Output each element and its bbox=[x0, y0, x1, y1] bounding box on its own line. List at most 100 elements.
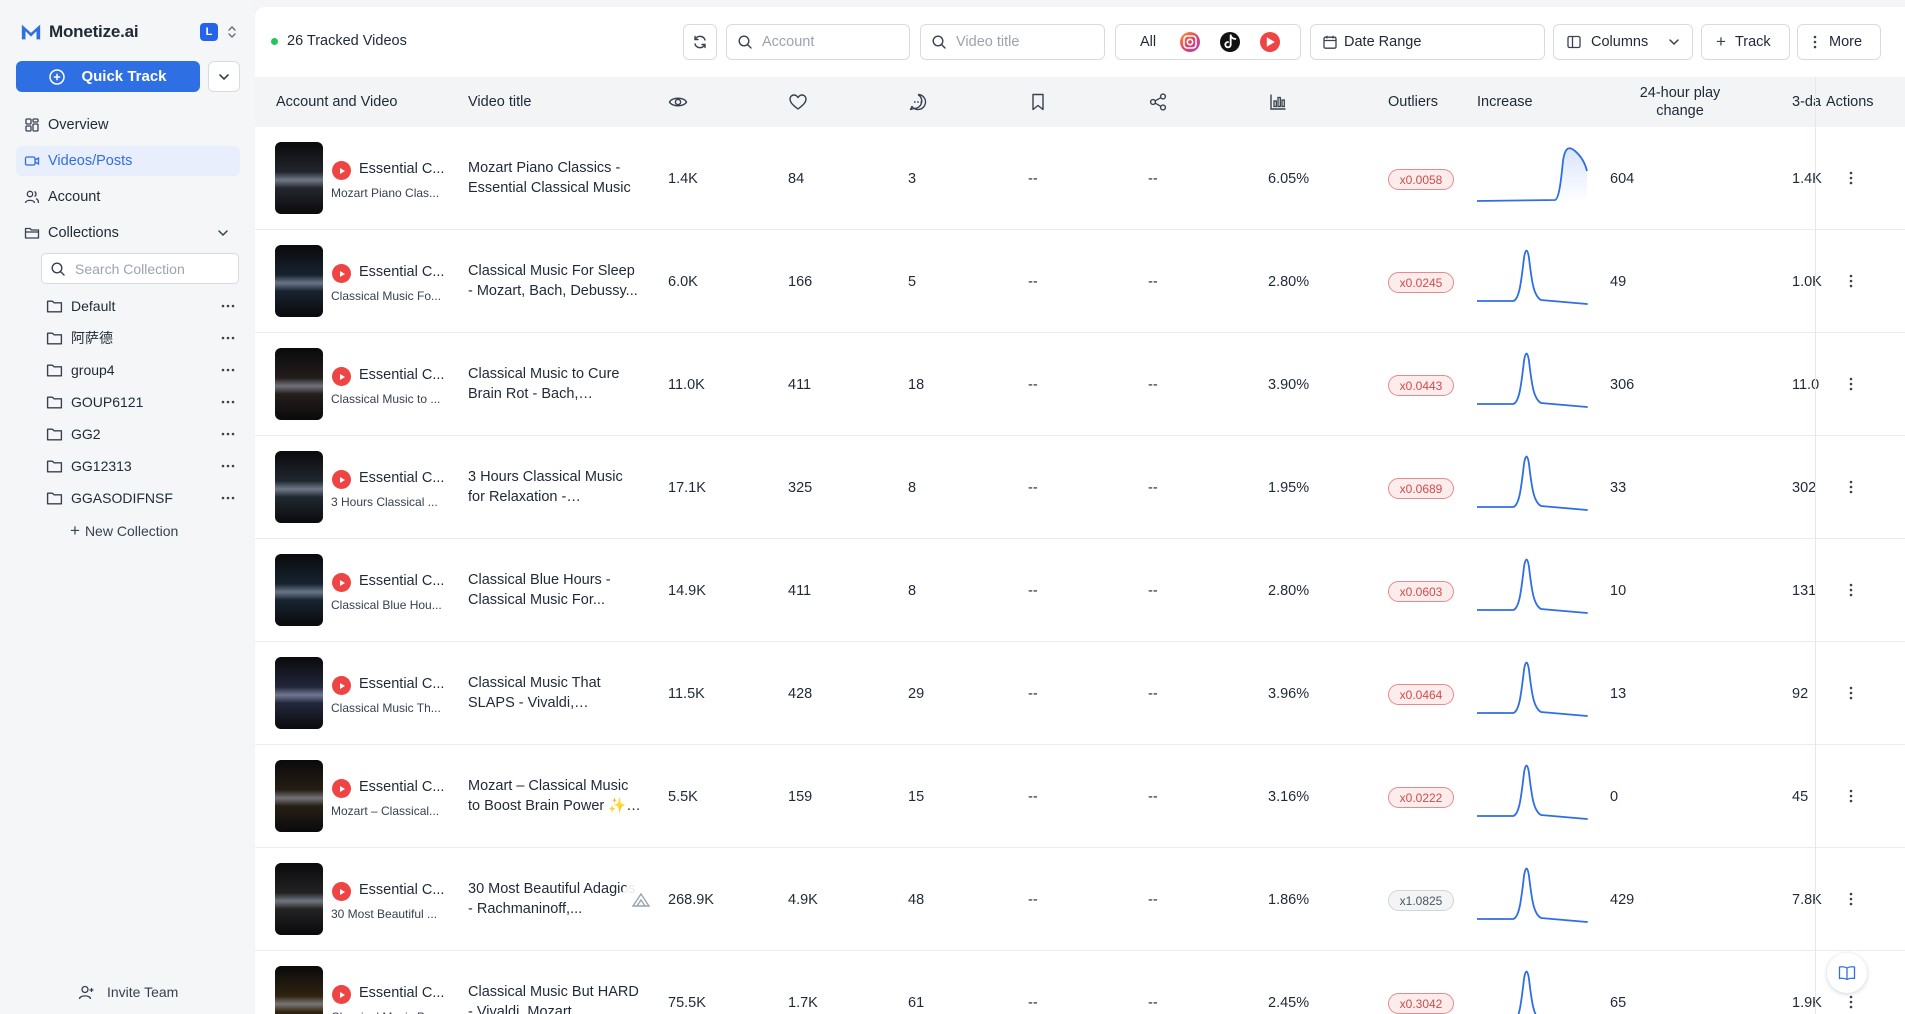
collection-item[interactable]: 阿萨德 bbox=[46, 326, 236, 350]
more-horizontal-icon[interactable] bbox=[220, 298, 236, 314]
new-collection-button[interactable]: + New Collection bbox=[70, 520, 178, 542]
table-row[interactable]: Essential C... Classical Blue Hou... Class… bbox=[255, 539, 1905, 642]
account-name[interactable]: Essential C... bbox=[359, 779, 449, 795]
chevron-up-down-icon[interactable] bbox=[226, 25, 238, 39]
header-3d-change[interactable]: 3-da bbox=[1792, 77, 1821, 127]
quick-track-button[interactable]: Quick Track bbox=[16, 61, 200, 92]
row-actions-button[interactable] bbox=[1841, 167, 1861, 189]
table-row[interactable]: Essential C... Classical Music Bu... Class… bbox=[255, 951, 1905, 1014]
more-button[interactable]: More bbox=[1797, 24, 1881, 60]
header-video-title[interactable]: Video title bbox=[468, 77, 531, 127]
quick-track-dropdown[interactable] bbox=[208, 61, 240, 92]
folder-icon bbox=[46, 491, 63, 505]
row-actions-button[interactable] bbox=[1841, 991, 1861, 1013]
header-views[interactable] bbox=[668, 77, 688, 127]
sidebar-item-collections[interactable]: Collections bbox=[16, 218, 240, 248]
video-thumbnail[interactable] bbox=[275, 657, 323, 729]
row-actions-button[interactable] bbox=[1841, 682, 1861, 704]
more-horizontal-icon[interactable] bbox=[220, 394, 236, 410]
video-thumbnail[interactable] bbox=[275, 966, 323, 1014]
collection-item[interactable]: GG12313 bbox=[46, 454, 236, 478]
header-likes[interactable] bbox=[788, 77, 808, 127]
track-button[interactable]: + Track bbox=[1701, 24, 1790, 60]
account-name[interactable]: Essential C... bbox=[359, 470, 449, 486]
chevron-down-icon[interactable] bbox=[216, 226, 230, 240]
sidebar-item-videos[interactable]: Videos/Posts bbox=[16, 146, 240, 176]
video-thumbnail[interactable] bbox=[275, 348, 323, 420]
table-row[interactable]: Essential C... Classical Music Fo... Class… bbox=[255, 230, 1905, 333]
video-thumbnail[interactable] bbox=[275, 142, 323, 214]
header-engagement[interactable] bbox=[1268, 77, 1288, 127]
columns-button[interactable]: Columns bbox=[1553, 24, 1693, 60]
account-name[interactable]: Essential C... bbox=[359, 264, 449, 280]
row-actions-button[interactable] bbox=[1841, 888, 1861, 910]
eye-icon bbox=[668, 97, 688, 107]
header-outliers[interactable]: Outliers bbox=[1388, 77, 1438, 127]
video-thumbnail[interactable] bbox=[275, 554, 323, 626]
video-thumbnail[interactable] bbox=[275, 245, 323, 317]
table-row[interactable]: Essential C... 30 Most Beautiful ... 30 Mo… bbox=[255, 848, 1905, 951]
header-increase[interactable]: Increase bbox=[1477, 77, 1533, 127]
video-title[interactable]: Mozart – Classical Music to Boost Brain … bbox=[468, 776, 641, 816]
row-actions-button[interactable] bbox=[1841, 785, 1861, 807]
refresh-button[interactable] bbox=[683, 24, 717, 60]
header-comments[interactable] bbox=[908, 77, 928, 127]
video-title[interactable]: Classical Music For Sleep - Mozart, Bach… bbox=[468, 261, 641, 301]
video-title[interactable]: Classical Music to Cure Brain Rot - Bach… bbox=[468, 364, 641, 404]
youtube-icon[interactable] bbox=[1260, 32, 1280, 52]
sidebar-item-account[interactable]: Account bbox=[16, 182, 240, 212]
more-horizontal-icon[interactable] bbox=[220, 362, 236, 378]
table-row[interactable]: Essential C... Mozart – Classical... Mozar… bbox=[255, 745, 1905, 848]
header-account-video[interactable]: Account and Video bbox=[276, 77, 397, 127]
video-title[interactable]: Classical Music But HARD - Vivaldi, Moza… bbox=[468, 982, 641, 1014]
table-row[interactable]: Essential C... Classical Music to ... Clas… bbox=[255, 333, 1905, 436]
table-row[interactable]: Essential C... Mozart Piano Clas... Mozart… bbox=[255, 127, 1905, 230]
account-name[interactable]: Essential C... bbox=[359, 985, 449, 1001]
collection-item[interactable]: group4 bbox=[46, 358, 236, 382]
invite-team-button[interactable]: Invite Team bbox=[78, 981, 178, 1003]
header-shares[interactable] bbox=[1148, 77, 1168, 127]
date-range-button[interactable]: Date Range bbox=[1310, 24, 1545, 60]
table-row[interactable]: Essential C... 3 Hours Classical ... 3 Hou… bbox=[255, 436, 1905, 539]
collection-item[interactable]: GGASODIFNSF bbox=[46, 486, 236, 510]
account-name[interactable]: Essential C... bbox=[359, 161, 449, 177]
header-24h-change[interactable]: 24-hour play change bbox=[1620, 77, 1740, 127]
likes-count: 84 bbox=[788, 170, 805, 187]
instagram-icon[interactable] bbox=[1180, 32, 1200, 52]
account-name[interactable]: Essential C... bbox=[359, 367, 449, 383]
collection-item[interactable]: Default bbox=[46, 294, 236, 318]
video-thumbnail[interactable] bbox=[275, 863, 323, 935]
row-actions-button[interactable] bbox=[1841, 270, 1861, 292]
account-name[interactable]: Essential C... bbox=[359, 882, 449, 898]
account-filter-input[interactable] bbox=[762, 34, 892, 50]
collection-item[interactable]: GOUP6121 bbox=[46, 390, 236, 414]
video-title[interactable]: Classical Blue Hours - Classical Music F… bbox=[468, 570, 641, 610]
tiktok-icon[interactable] bbox=[1220, 32, 1240, 52]
monetize-logo-icon[interactable] bbox=[20, 21, 42, 43]
video-title[interactable]: 30 Most Beautiful Adagios - Rachmaninoff… bbox=[468, 879, 641, 919]
help-button[interactable] bbox=[1827, 953, 1867, 993]
video-title[interactable]: 3 Hours Classical Music for Relaxation -… bbox=[468, 467, 641, 507]
more-horizontal-icon[interactable] bbox=[220, 330, 236, 346]
more-horizontal-icon[interactable] bbox=[220, 458, 236, 474]
more-horizontal-icon[interactable] bbox=[220, 490, 236, 506]
video-title[interactable]: Mozart Piano Classics - Essential Classi… bbox=[468, 158, 641, 198]
video-title[interactable]: Classical Music That SLAPS - Vivaldi, Pr… bbox=[468, 673, 641, 713]
header-saves[interactable] bbox=[1028, 77, 1048, 127]
account-name[interactable]: Essential C... bbox=[359, 573, 449, 589]
more-horizontal-icon[interactable] bbox=[220, 426, 236, 442]
row-actions-button[interactable] bbox=[1841, 373, 1861, 395]
table-row[interactable]: Essential C... Classical Music Th... Class… bbox=[255, 642, 1905, 745]
collection-search-input[interactable] bbox=[75, 260, 225, 277]
collection-item[interactable]: GG2 bbox=[46, 422, 236, 446]
video-thumbnail[interactable] bbox=[275, 760, 323, 832]
row-actions-button[interactable] bbox=[1841, 476, 1861, 498]
row-actions-button[interactable] bbox=[1841, 579, 1861, 601]
workspace-avatar[interactable]: L bbox=[200, 23, 218, 41]
video-title-filter-input[interactable] bbox=[956, 34, 1086, 50]
account-name[interactable]: Essential C... bbox=[359, 676, 449, 692]
sidebar-item-overview[interactable]: Overview bbox=[16, 110, 240, 140]
app-name[interactable]: Monetize.ai bbox=[49, 22, 139, 42]
platform-all[interactable]: All bbox=[1116, 34, 1180, 50]
video-thumbnail[interactable] bbox=[275, 451, 323, 523]
